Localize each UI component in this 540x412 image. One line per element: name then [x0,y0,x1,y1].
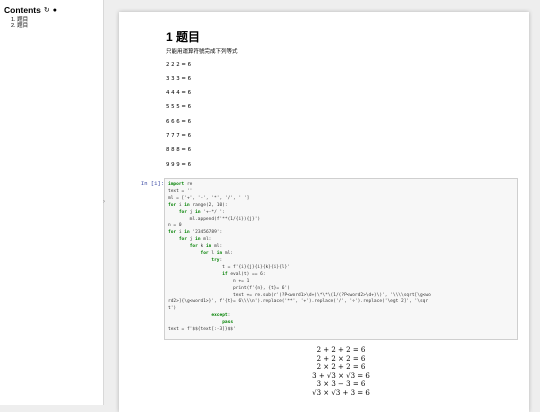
cell-prompt: In [1]: [140,180,164,187]
toc-title: Contents [4,5,41,15]
collapse-toc-icon[interactable]: › [103,199,105,205]
toc-item[interactable]: 2. 题目 [11,23,103,29]
code-cell[interactable]: import re text = '' ml = ['+', '-', '*',… [164,178,518,340]
code-line: t') [168,306,177,312]
code-line: ml = ['+', '-', '*', '/', ' '] [168,195,250,201]
equation-line: 8 8 8 = 6 [166,147,192,153]
output-line: 2 × 2 + 2 = 6 [316,363,366,372]
output-line: 3 × 3 − 3 = 6 [316,380,366,389]
code-line: for i in '23456789': [168,230,223,236]
code-line: ml.append(f'**(1/{i}){j}') [168,216,261,222]
refresh-icon[interactable]: ↻ [44,7,50,14]
code-editor[interactable]: import re text = '' ml = ['+', '-', '*',… [168,182,514,334]
code-line: except: [211,313,231,319]
equation-line: 3 3 3 = 6 [166,76,192,82]
intro-text: 只能用運算符號完成下列等式 [166,49,238,55]
output-line: 2 + 2 + 2 = 6 [316,346,366,354]
settings-icon[interactable]: ● [53,7,57,14]
toc-header: Contents ↻ ● [4,5,103,15]
equation-line: 5 5 5 = 6 [166,104,192,110]
code-line: rd2>]{\g<word1>}', f'{t}= 6\\\\n').repla… [168,299,429,305]
output-line: 3 + √3 × √3 = 6 [312,371,370,380]
code-line: for j in '+-*/ ': [178,209,225,215]
code-line: for k in ml: [189,244,223,250]
code-line: pass [222,320,234,326]
code-line: for j in ml: [178,237,212,243]
code-line: n = 0 [168,223,182,229]
code-line: if eval(t) == 6: [222,271,266,277]
output-line: 2 + 2 × 2 = 6 [316,354,366,363]
toc-sidebar: Contents ↻ ● 1. 题目 2. 题目 [0,0,104,405]
code-line: n += 1 [168,278,250,284]
equation-line: 4 4 4 = 6 [166,90,192,96]
toc-list: 1. 题目 2. 题目 [4,17,103,29]
cell-output: 2 + 2 + 2 = 6 2 + 2 × 2 = 6 2 × 2 + 2 = … [164,346,518,398]
code-line: try: [211,257,223,263]
page-title: 1 题目 [166,30,201,44]
code-line: text += re.sub(r'(?P<word1>\d+)\*\*\(1/(… [168,292,431,298]
output-line: √3 × √3 + 3 = 6 [312,388,370,397]
code-line: import re [168,182,193,187]
notebook-page: 1 题目 只能用運算符號完成下列等式 2 2 2 = 6 3 3 3 = 6 4… [119,12,529,412]
code-line: t = f'{i}{j}{i}{k}{i}{l}' [168,264,290,270]
code-line: for i in range(2, 10): [168,202,228,208]
code-line: for l in ml: [200,251,234,257]
equation-line: 9 9 9 = 6 [166,162,192,168]
code-line: text = f'$${text[:-3]}$$' [168,327,236,333]
code-line: text = '' [168,188,193,194]
equation-line: 6 6 6 = 6 [166,119,192,125]
code-line: print(f'{n}, {t}= 6') [168,285,290,291]
equation-line: 2 2 2 = 6 [166,62,192,68]
equation-line: 7 7 7 = 6 [166,133,192,139]
